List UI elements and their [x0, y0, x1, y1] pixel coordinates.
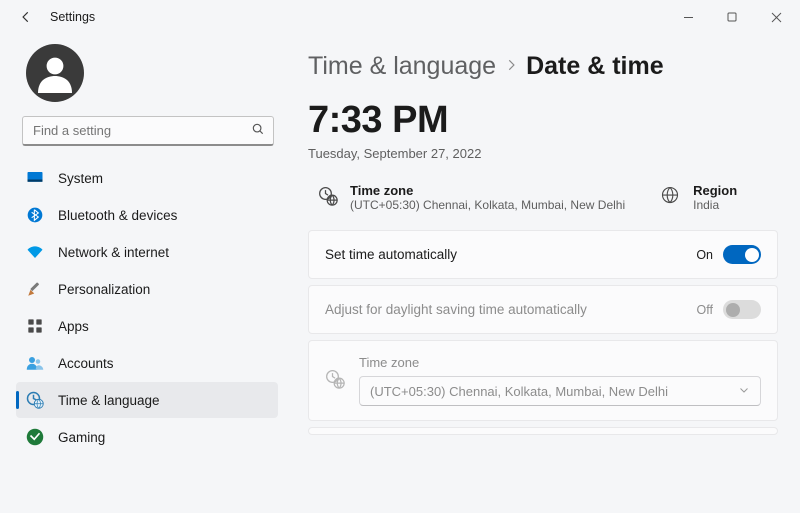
sidebar-item-bluetooth[interactable]: Bluetooth & devices	[16, 197, 278, 233]
sidebar-item-label: Network & internet	[58, 245, 169, 260]
sidebar-item-label: Apps	[58, 319, 89, 334]
sidebar-item-label: Bluetooth & devices	[58, 208, 177, 223]
info-strip: Time zone (UTC+05:30) Chennai, Kolkata, …	[308, 173, 778, 222]
system-icon	[26, 169, 44, 187]
sidebar-item-label: Gaming	[58, 430, 105, 445]
accounts-icon	[26, 354, 44, 372]
nav-list: System Bluetooth & devices Network & int…	[16, 160, 280, 513]
timezone-select-value: (UTC+05:30) Chennai, Kolkata, Mumbai, Ne…	[370, 384, 668, 399]
region-heading: Region	[693, 183, 737, 198]
globe-icon	[661, 186, 681, 207]
main-content: Time & language Date & time 7:33 PM Tues…	[290, 34, 800, 513]
sidebar-item-gaming[interactable]: Gaming	[16, 419, 278, 455]
toggle-state-text: Off	[697, 303, 713, 317]
search-input[interactable]	[33, 123, 251, 138]
sidebar-item-network[interactable]: Network & internet	[16, 234, 278, 270]
sidebar-item-accounts[interactable]: Accounts	[16, 345, 278, 381]
sidebar-item-label: System	[58, 171, 103, 186]
sidebar-item-label: Time & language	[58, 393, 160, 408]
avatar[interactable]	[26, 44, 84, 102]
setting-auto-dst: Adjust for daylight saving time automati…	[308, 285, 778, 334]
region-value: India	[693, 198, 737, 212]
wifi-icon	[26, 243, 44, 261]
chevron-right-icon	[504, 58, 518, 75]
timezone-icon	[318, 186, 338, 209]
bluetooth-icon	[26, 206, 44, 224]
sidebar-item-label: Personalization	[58, 282, 150, 297]
clock-globe-icon	[26, 391, 44, 409]
timezone-value: (UTC+05:30) Chennai, Kolkata, Mumbai, Ne…	[350, 198, 625, 212]
sidebar-item-system[interactable]: System	[16, 160, 278, 196]
setting-auto-time[interactable]: Set time automatically On	[308, 230, 778, 279]
minimize-button[interactable]	[666, 2, 710, 32]
timezone-heading: Time zone	[350, 183, 625, 198]
apps-icon	[26, 317, 44, 335]
titlebar: Settings	[0, 0, 800, 34]
setting-label: Time zone	[359, 355, 761, 370]
auto-time-toggle[interactable]	[723, 245, 761, 264]
setting-next-card[interactable]	[308, 427, 778, 435]
toggle-state-text: On	[696, 248, 713, 262]
setting-label: Set time automatically	[325, 247, 696, 262]
maximize-button[interactable]	[710, 2, 754, 32]
setting-timezone-select: Time zone (UTC+05:30) Chennai, Kolkata, …	[308, 340, 778, 421]
timezone-info: Time zone (UTC+05:30) Chennai, Kolkata, …	[318, 183, 625, 212]
gaming-icon	[26, 428, 44, 446]
sidebar-item-personalization[interactable]: Personalization	[16, 271, 278, 307]
chevron-down-icon	[738, 384, 750, 399]
sidebar-item-time-language[interactable]: Time & language	[16, 382, 278, 418]
back-button[interactable]	[14, 5, 38, 29]
setting-label: Adjust for daylight saving time automati…	[325, 302, 697, 317]
search-icon	[251, 122, 265, 139]
close-button[interactable]	[754, 2, 798, 32]
sidebar-item-apps[interactable]: Apps	[16, 308, 278, 344]
region-info: Region India	[661, 183, 737, 212]
current-time: 7:33 PM	[308, 99, 778, 142]
sidebar-item-label: Accounts	[58, 356, 114, 371]
search-box[interactable]	[22, 116, 274, 146]
timezone-select: (UTC+05:30) Chennai, Kolkata, Mumbai, Ne…	[359, 376, 761, 406]
window-title: Settings	[50, 10, 95, 24]
paintbrush-icon	[26, 280, 44, 298]
sidebar: System Bluetooth & devices Network & int…	[0, 34, 290, 513]
current-date: Tuesday, September 27, 2022	[308, 146, 778, 161]
page-title: Date & time	[526, 52, 664, 81]
breadcrumb-parent[interactable]: Time & language	[308, 52, 496, 81]
breadcrumb: Time & language Date & time	[308, 52, 778, 81]
timezone-icon	[325, 369, 345, 392]
auto-dst-toggle	[723, 300, 761, 319]
clock: 7:33 PM Tuesday, September 27, 2022	[308, 99, 778, 161]
